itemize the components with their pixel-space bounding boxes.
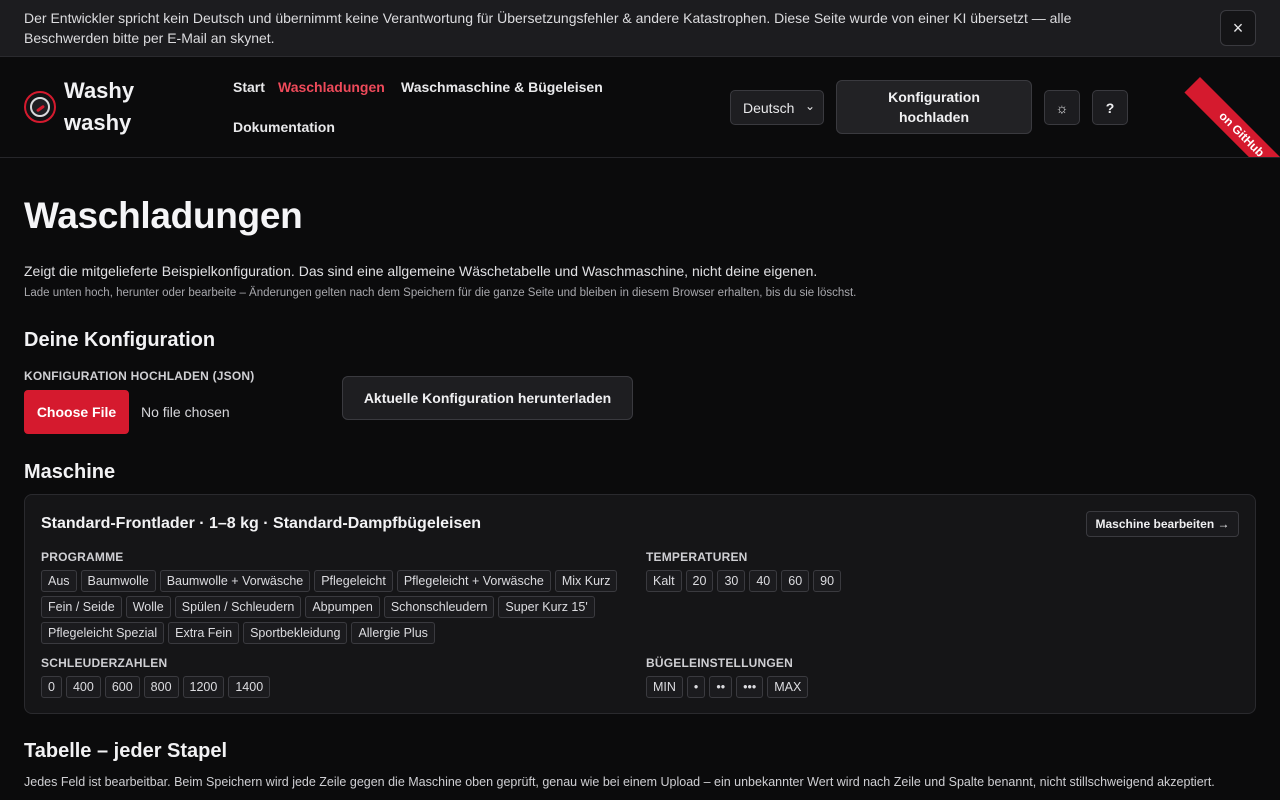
language-value: Deutsch: [743, 99, 795, 116]
iron-setting-chip: •••: [736, 676, 764, 698]
program-chip: Extra Fein: [168, 622, 240, 644]
translation-banner: Der Entwickler spricht kein Deutsch und …: [0, 0, 1280, 57]
no-file-status: No file chosen: [141, 404, 230, 420]
github-ribbon-link[interactable]: on GitHub: [1184, 77, 1280, 157]
temperature-chip: 60: [781, 570, 810, 592]
chevron-down-icon: ⌄: [804, 99, 815, 113]
nav-docs[interactable]: Dokumentation: [233, 119, 335, 135]
iron-settings-label: BÜGELEINSTELLUNGEN: [646, 656, 793, 670]
upload-config-button[interactable]: Konfiguration hochladen: [836, 80, 1032, 134]
download-config-button[interactable]: Aktuelle Konfiguration herunterladen: [342, 376, 633, 420]
spin-speed-chip: 800: [143, 676, 179, 698]
edit-machine-button[interactable]: Maschine bearbeiten →: [1086, 511, 1239, 537]
site-header: Washy washy Start Waschladungen Waschmas…: [0, 57, 1280, 158]
page-title: Waschladungen: [24, 195, 303, 236]
brand-name[interactable]: Washy washy: [64, 75, 174, 139]
language-select[interactable]: Deutsch ⌄: [730, 90, 824, 125]
programs-label: PROGRAMME: [41, 550, 124, 564]
program-chip: Pflegeleicht Spezial: [41, 622, 165, 644]
choose-file-button[interactable]: Choose File: [24, 390, 129, 434]
machine-heading: Maschine: [24, 461, 116, 483]
spin-speed-chip: 1400: [228, 676, 271, 698]
machine-title: Standard-Frontlader · 1–8 kg · Standard-…: [41, 515, 482, 532]
program-chip: Schonschleudern: [383, 596, 495, 618]
nav-loads[interactable]: Waschladungen: [278, 79, 385, 95]
program-chip: Pflegeleicht: [314, 570, 393, 592]
temperature-chip: 90: [813, 570, 842, 592]
spin-speed-chip: 1200: [182, 676, 225, 698]
iron-settings-list: MIN • •• ••• MAX: [646, 676, 1046, 698]
program-chip: Aus: [41, 570, 77, 592]
nav-start[interactable]: Start: [233, 79, 265, 95]
program-chip: Sportbekleidung: [243, 622, 348, 644]
program-chip: Fein / Seide: [41, 596, 122, 618]
sun-icon: ☼: [1055, 99, 1069, 116]
temperatures-list: Kalt 20 30 40 60 90: [646, 570, 1046, 592]
temperature-chip: 40: [749, 570, 778, 592]
nav-machine[interactable]: Waschmaschine & Bügeleisen: [401, 79, 603, 95]
program-chip: Super Kurz 15': [498, 596, 595, 618]
spin-speed-chip: 0: [41, 676, 62, 698]
programs-list: Aus Baumwolle Baumwolle + Vorwäsche Pflegel…: [41, 570, 641, 644]
config-heading: Deine Konfiguration: [24, 329, 216, 351]
table-heading: Tabelle – jeder Stapel: [24, 740, 228, 762]
program-chip: Abpumpen: [305, 596, 380, 618]
temperature-chip: Kalt: [646, 570, 682, 592]
close-banner-button[interactable]: ×: [1220, 10, 1256, 46]
program-chip: Pflegeleicht + Vorwäsche: [396, 570, 551, 592]
close-icon: ×: [1232, 17, 1244, 38]
banner-text: Der Entwickler spricht kein Deutsch und …: [24, 10, 1072, 46]
iron-setting-chip: MIN: [646, 676, 683, 698]
program-chip: Spülen / Schleudern: [174, 596, 302, 618]
temperature-chip: 20: [685, 570, 714, 592]
spin-speeds-label: SCHLEUDERZAHLEN: [41, 656, 168, 670]
program-chip: Wolle: [125, 596, 171, 618]
spin-speed-chip: 600: [104, 676, 140, 698]
intro-subtext: Lade unten hoch, herunter oder bearbeite…: [24, 287, 857, 299]
theme-toggle-button[interactable]: ☼: [1044, 90, 1080, 125]
washing-machine-logo-icon[interactable]: [24, 91, 56, 123]
program-chip: Allergie Plus: [351, 622, 435, 644]
table-description: Jedes Feld ist bearbeitbar. Beim Speiche…: [24, 775, 1215, 789]
iron-setting-chip: •: [686, 676, 706, 698]
intro-text: Zeigt die mitgelieferte Beispielkonfigur…: [24, 263, 818, 279]
help-button[interactable]: ?: [1092, 90, 1128, 125]
iron-setting-chip: ••: [709, 676, 733, 698]
program-chip: Mix Kurz: [554, 570, 618, 592]
spin-speed-chip: 400: [65, 676, 101, 698]
iron-setting-chip: MAX: [767, 676, 809, 698]
program-chip: Baumwolle + Vorwäsche: [159, 570, 311, 592]
spin-speeds-list: 0 400 600 800 1200 1400: [41, 676, 441, 698]
upload-json-label: KONFIGURATION HOCHLADEN (JSON): [24, 369, 255, 383]
temperature-chip: 30: [717, 570, 746, 592]
machine-card: Standard-Frontlader · 1–8 kg · Standard-…: [24, 494, 1256, 714]
temperatures-label: TEMPERATUREN: [646, 550, 748, 564]
program-chip: Baumwolle: [80, 570, 156, 592]
